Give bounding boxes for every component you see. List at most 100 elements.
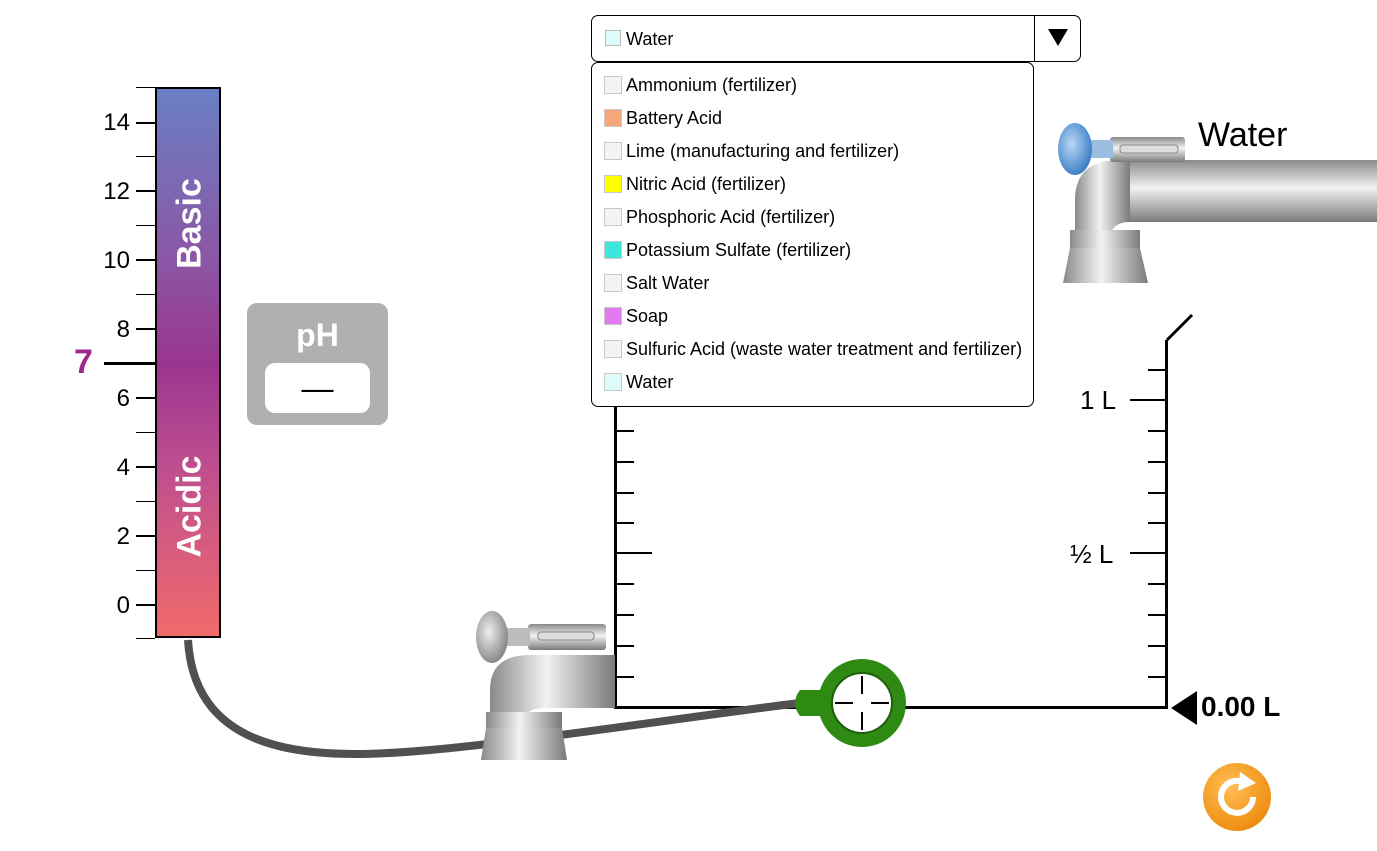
beaker-label-half-l: ½ L — [1070, 539, 1114, 569]
solute-list: Ammonium (fertilizer) Battery Acid Lime … — [591, 62, 1034, 407]
ph-tick — [136, 397, 155, 399]
solute-option[interactable]: Lime (manufacturing and fertilizer) — [592, 135, 1033, 168]
solute-option-label: Sulfuric Acid (waste water treatment and… — [626, 339, 1023, 359]
beaker-tick — [1148, 369, 1166, 371]
solute-option-label: Lime (manufacturing and fertilizer) — [626, 141, 900, 161]
ph-tick — [136, 501, 155, 502]
beaker-tick — [616, 461, 634, 463]
solute-option-label: Battery Acid — [626, 108, 723, 128]
beaker-tick — [1148, 492, 1166, 494]
beaker-tick — [616, 645, 634, 647]
probe-cable — [184, 639, 801, 758]
color-swatch — [604, 307, 622, 325]
ph-tick-label: 4 — [116, 454, 130, 481]
color-swatch — [604, 274, 622, 292]
ph-tick — [136, 466, 155, 468]
ph-tick — [136, 328, 155, 330]
beaker-label-1l: 1 L — [1080, 385, 1117, 415]
ph-tick — [136, 122, 155, 124]
ph-readout: — — [265, 363, 370, 413]
color-swatch — [604, 241, 622, 259]
beaker-tick — [1130, 399, 1166, 401]
ph-tick-label: 10 — [103, 247, 130, 274]
color-swatch — [604, 340, 622, 358]
beaker-lip — [1165, 313, 1194, 342]
drain-faucet-icon[interactable] — [476, 611, 615, 760]
ph-tick — [136, 604, 155, 606]
beaker-tick — [1148, 614, 1166, 616]
neutral-ph-label: 7 — [74, 343, 93, 381]
ph-meter-title: pH — [296, 317, 339, 353]
solute-select[interactable]: Water — [591, 15, 1081, 62]
color-swatch — [604, 76, 622, 94]
ph-tick — [136, 535, 155, 537]
solute-option-label: Ammonium (fertilizer) — [626, 75, 798, 95]
solute-option[interactable]: Nitric Acid (fertilizer) — [592, 168, 1033, 201]
ph-tick-label: 14 — [103, 109, 130, 136]
beaker-tick — [616, 430, 634, 432]
ph-scale-bar: Basic Acidic — [155, 87, 221, 638]
ph-tick-label: 6 — [116, 385, 130, 412]
color-swatch — [604, 373, 622, 391]
neutral-ph-marker — [104, 362, 156, 365]
ph-probe-icon[interactable] — [795, 659, 906, 747]
solute-option-label: Water — [626, 372, 674, 392]
beaker-tick — [1148, 645, 1166, 647]
solute-option-label: Salt Water — [626, 273, 710, 293]
ph-tick-label: 0 — [116, 592, 130, 619]
ph-tick — [136, 225, 155, 226]
ph-tick — [136, 294, 155, 295]
dropdown-separator — [1033, 16, 1035, 61]
beaker-tick — [1148, 430, 1166, 432]
beaker-tick — [616, 614, 634, 616]
color-swatch — [604, 175, 622, 193]
color-swatch — [604, 142, 622, 160]
solute-option-label: Phosphoric Acid (fertilizer) — [626, 207, 836, 227]
beaker-tick — [1148, 583, 1166, 585]
ph-tick — [136, 638, 155, 639]
volume-pointer-icon — [1171, 691, 1197, 725]
color-swatch — [604, 109, 622, 127]
basic-label: Basic — [170, 178, 209, 269]
color-swatch — [604, 208, 622, 226]
chevron-down-icon[interactable] — [1048, 29, 1068, 46]
ph-tick-label: 8 — [116, 316, 130, 343]
ph-tick — [136, 432, 155, 433]
ph-tick — [136, 190, 155, 192]
beaker-tick — [1148, 461, 1166, 463]
solute-option[interactable]: Salt Water — [592, 267, 1033, 300]
solute-option[interactable]: Water — [592, 366, 1033, 399]
selected-solute: Water — [626, 29, 674, 49]
solute-option-label: Soap — [626, 306, 669, 326]
beaker-tick — [616, 552, 652, 554]
solute-option[interactable]: Potassium Sulfate (fertilizer) — [592, 234, 1033, 267]
ph-tick — [136, 156, 155, 157]
beaker-tick — [1148, 676, 1166, 678]
solute-option[interactable]: Soap — [592, 300, 1033, 333]
ph-meter: pH — — [247, 303, 388, 425]
ph-tick-label: 12 — [103, 178, 130, 205]
beaker-tick — [616, 676, 634, 678]
beaker-tick — [616, 583, 634, 585]
solute-option[interactable]: Battery Acid — [592, 102, 1033, 135]
volume-readout: 0.00 L — [1201, 691, 1281, 722]
beaker-right-wall — [1165, 340, 1168, 709]
beaker-tick — [1148, 522, 1166, 524]
solute-option[interactable]: Phosphoric Acid (fertilizer) — [592, 201, 1033, 234]
beaker-tick — [1130, 552, 1166, 554]
water-faucet-label: Water — [1198, 116, 1288, 154]
ph-tick-label: 2 — [116, 523, 130, 550]
solute-option-label: Nitric Acid (fertilizer) — [626, 174, 787, 194]
ph-tick — [136, 570, 155, 571]
beaker-bottom — [614, 706, 1168, 709]
solute-option[interactable]: Sulfuric Acid (waste water treatment and… — [592, 333, 1033, 366]
selected-color-swatch — [605, 30, 621, 46]
ph-tick — [136, 259, 155, 261]
beaker-left-wall — [614, 400, 617, 709]
ph-tick — [136, 87, 155, 88]
acidic-label: Acidic — [170, 455, 209, 558]
beaker-tick — [616, 492, 634, 494]
reset-button[interactable] — [1203, 763, 1271, 831]
beaker-tick — [616, 522, 634, 524]
solute-option[interactable]: Ammonium (fertilizer) — [592, 69, 1033, 102]
